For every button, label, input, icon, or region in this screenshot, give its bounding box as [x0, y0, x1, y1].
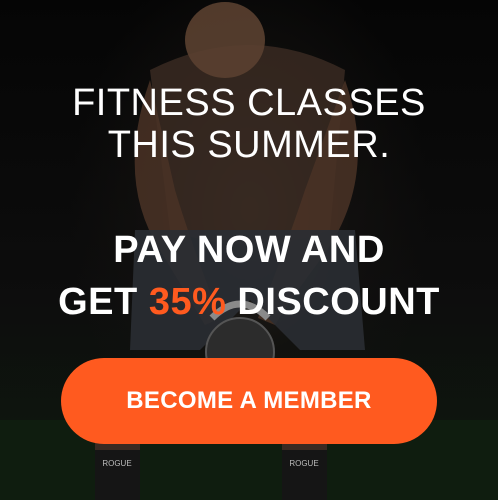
headline-line-2: THIS SUMMER.: [107, 124, 391, 166]
headline-line-1: FITNESS CLASSES: [72, 82, 426, 124]
athlete-right-sock: [282, 450, 327, 500]
offer-line-1: PAY NOW AND: [113, 229, 385, 271]
athlete-head: [185, 2, 265, 78]
discount-percentage: 35%: [148, 281, 227, 323]
offer-line-2: GET 35% DISCOUNT: [0, 276, 498, 328]
left-sock-brand: ROGUE: [102, 459, 131, 468]
offer-suffix: DISCOUNT: [226, 281, 440, 323]
athlete-left-sock: [95, 450, 140, 500]
right-sock-brand: ROGUE: [289, 459, 318, 468]
discount-offer: PAY NOW AND GET 35% DISCOUNT: [0, 224, 498, 328]
headline: FITNESS CLASSES THIS SUMMER.: [0, 82, 498, 166]
promo-banner: ROGUE ROGUE FITNESS CLASSES THIS SUMMER.…: [0, 0, 498, 500]
become-member-button[interactable]: BECOME A MEMBER: [61, 358, 437, 444]
offer-prefix: GET: [58, 281, 149, 323]
